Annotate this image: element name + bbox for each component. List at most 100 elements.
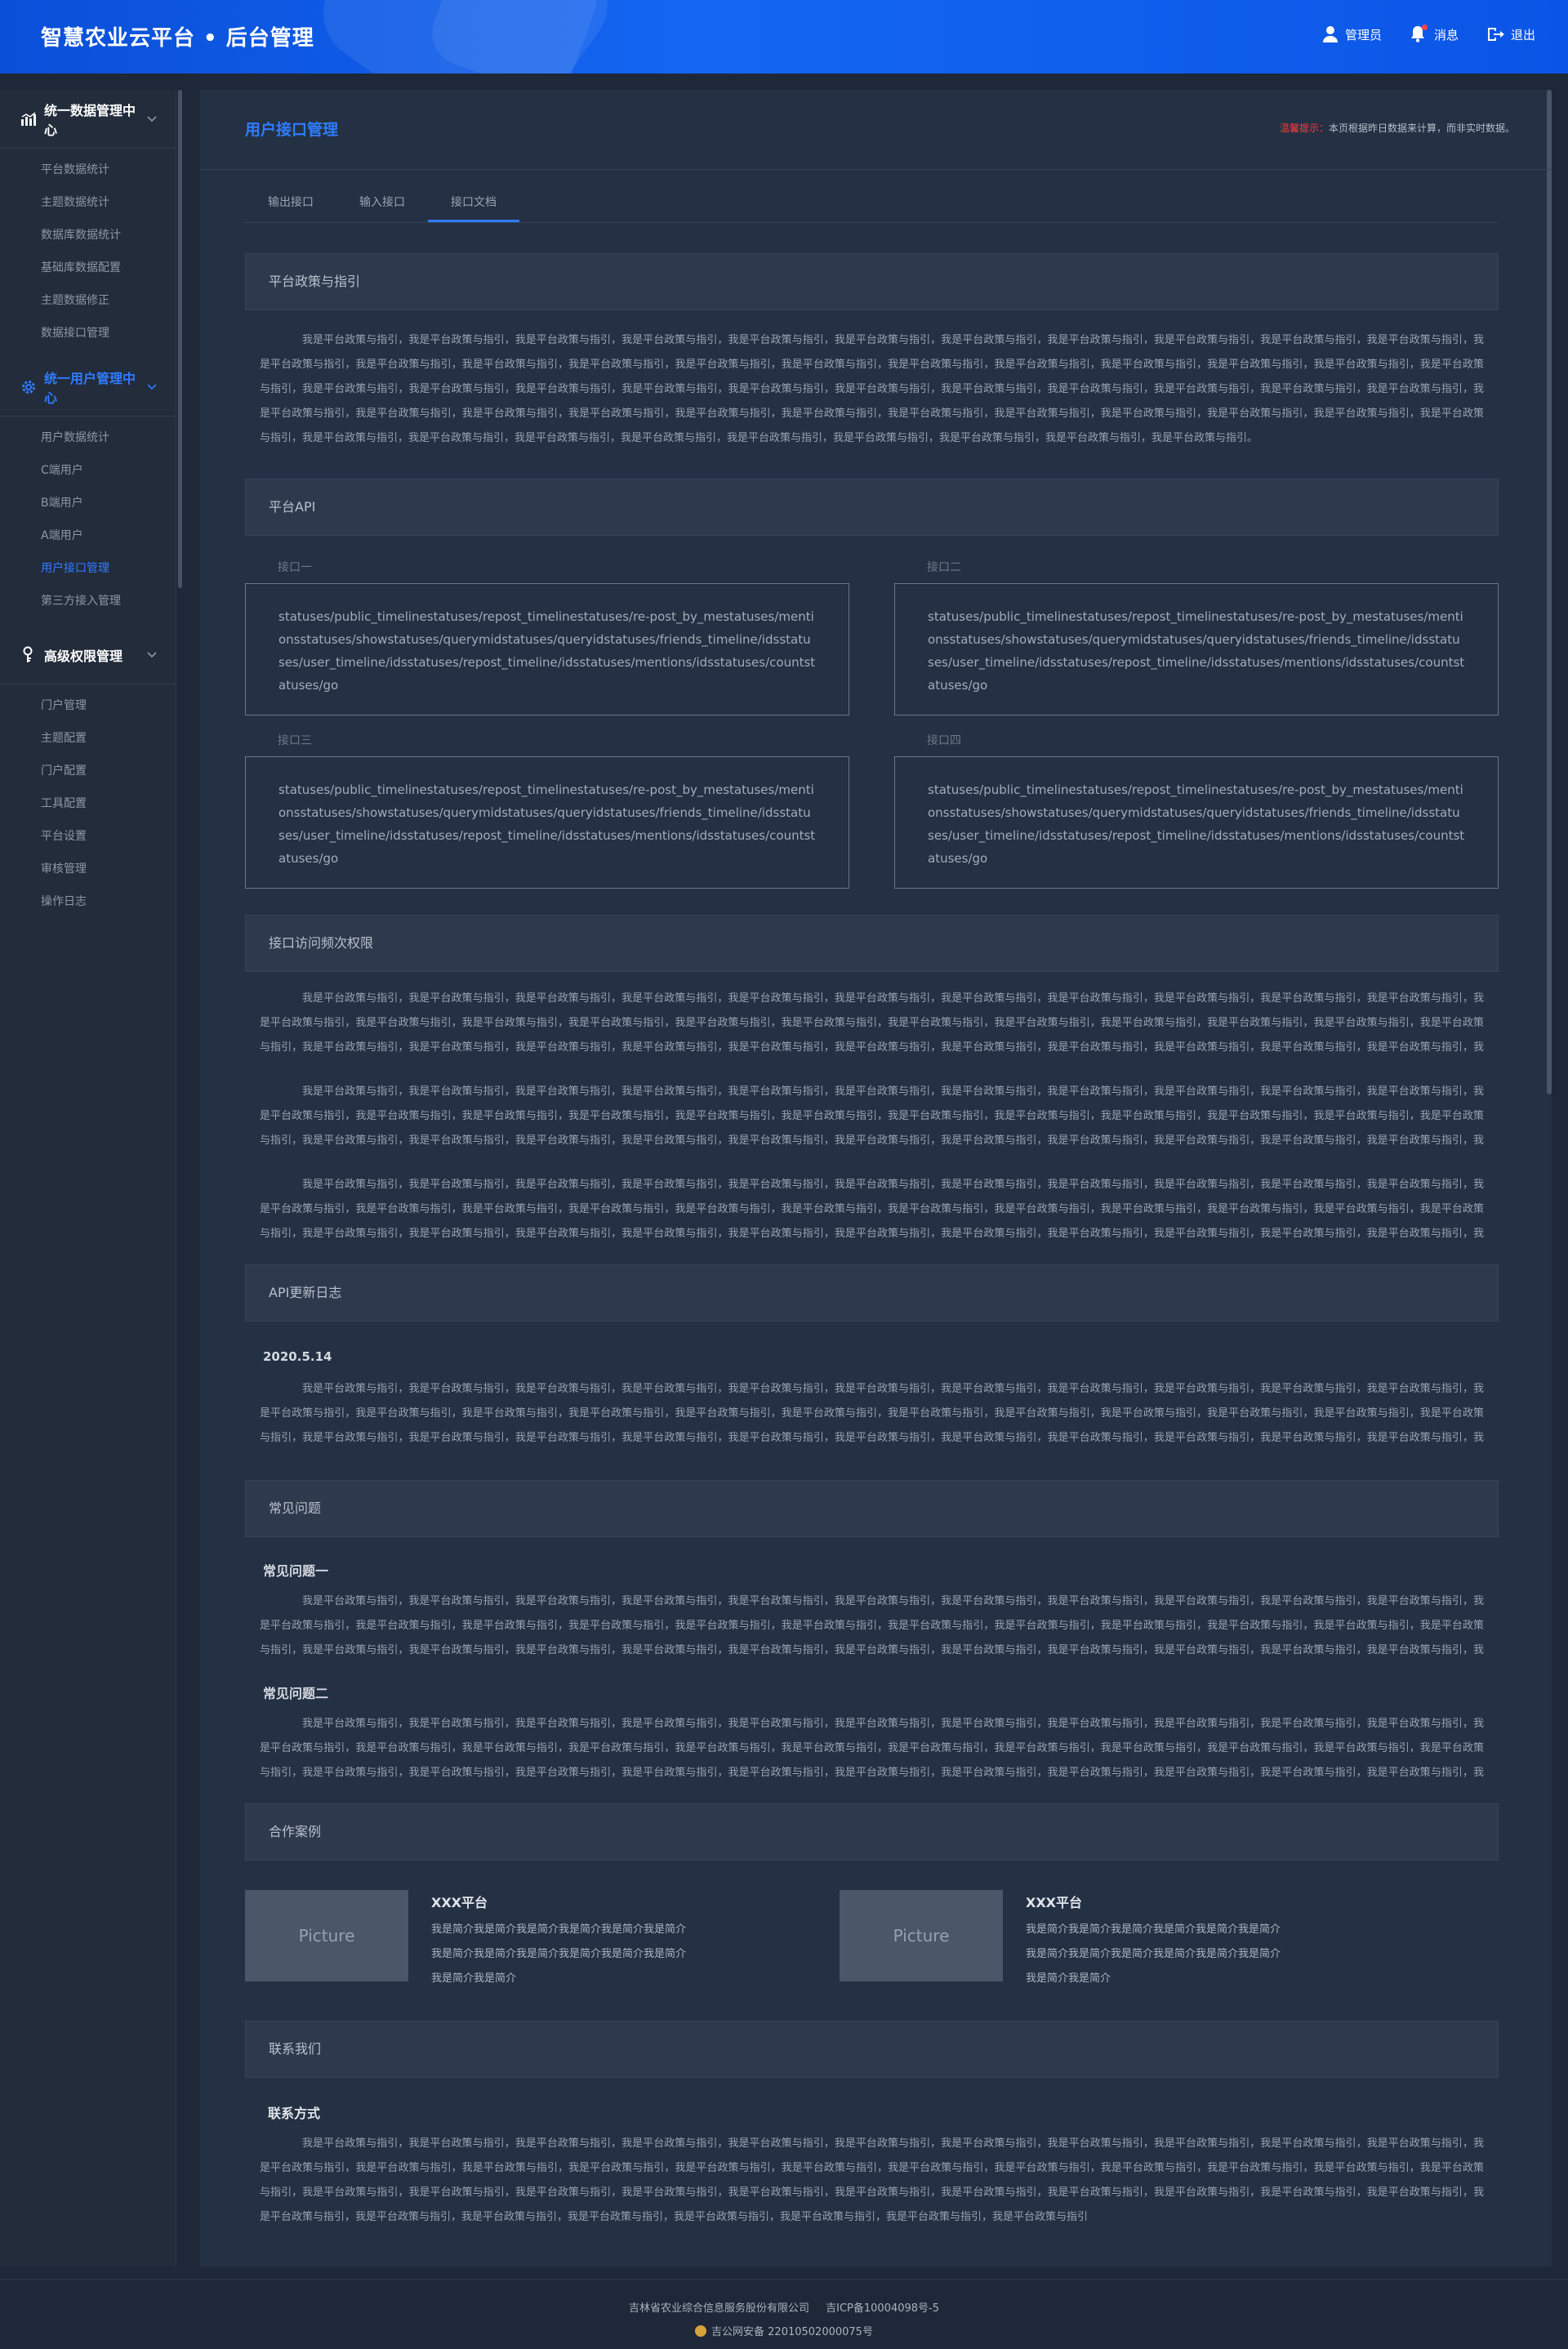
contact-paragraph: 我是平台政策与指引，我是平台政策与指引，我是平台政策与指引，我是平台政策与指引，…: [260, 2137, 1484, 2223]
sidebar-item[interactable]: 操作日志: [0, 885, 176, 918]
top-header: 智慧农业云平台 • 后台管理 管理员 消息 退出: [0, 0, 1568, 74]
admin-button[interactable]: 管理员: [1322, 25, 1382, 44]
footer-icp-link[interactable]: 吉ICP备10004098号-5: [826, 2302, 939, 2315]
footer-company: 吉林省农业综合信息服务股份有限公司: [628, 2302, 809, 2315]
section-header-contact: 联系我们: [245, 2021, 1499, 2078]
messages-label: 消息: [1433, 27, 1459, 42]
footer-police-link[interactable]: 吉公网安备 22010502000075号: [711, 2323, 873, 2338]
sidebar-item[interactable]: 第三方接入管理: [0, 585, 176, 617]
case-title: XXX平台: [431, 1895, 488, 1910]
menu-group-label: 统一用户管理中心: [44, 370, 136, 406]
tab-output-interface[interactable]: 输出接口: [245, 184, 336, 222]
chevron-down-icon: [147, 383, 157, 390]
admin-label: 管理员: [1344, 27, 1382, 42]
footer-line: 吉公网安备 22010502000075号: [0, 2323, 1568, 2338]
contact-title: 联系方式: [268, 2106, 321, 2121]
bell-icon: [1410, 25, 1428, 44]
key-icon: [20, 646, 38, 664]
api-endpoint-box[interactable]: statuses/public_timelinestatuses/repost_…: [894, 583, 1499, 715]
menu-group-label: 高级权限管理: [44, 648, 123, 664]
sidebar-item[interactable]: 用户数据统计: [0, 421, 176, 454]
sidebar-item[interactable]: 审核管理: [0, 853, 176, 885]
menu-group-header[interactable]: 统一用户管理中心: [0, 358, 176, 417]
frequency-paragraph: 我是平台政策与指引，我是平台政策与指引，我是平台政策与指引，我是平台政策与指引，…: [260, 992, 1484, 1054]
chart-icon: [20, 110, 38, 128]
api-item: 接口四 statuses/public_timelinestatuses/rep…: [894, 732, 1499, 889]
section-header-policy: 平台政策与指引: [245, 253, 1499, 310]
section-header-faq: 常见问题: [245, 1480, 1499, 1537]
api-label: 接口三: [278, 734, 312, 747]
sidebar-item[interactable]: B端用户: [0, 487, 176, 519]
api-endpoint-box[interactable]: statuses/public_timelinestatuses/repost_…: [245, 583, 849, 715]
faq-answer: 我是平台政策与指引，我是平台政策与指引，我是平台政策与指引，我是平台政策与指引，…: [260, 1718, 1484, 1779]
sidebar-item[interactable]: 主题数据修正: [0, 284, 176, 317]
api-label: 接口二: [927, 561, 961, 574]
sidebar-item[interactable]: 数据库数据统计: [0, 219, 176, 252]
panel-header: 用户接口管理 温馨提示：本页根据昨日数据来计算，而非实时数据。: [200, 90, 1552, 170]
sidebar-item-user-interface[interactable]: 用户接口管理: [0, 552, 176, 585]
tab-input-interface[interactable]: 输入接口: [336, 184, 428, 222]
user-icon: [1322, 25, 1339, 43]
page-title: 用户接口管理: [245, 121, 339, 139]
header-decoration: [423, 0, 606, 74]
frequency-paragraph: 我是平台政策与指引，我是平台政策与指引，我是平台政策与指引，我是平台政策与指引，…: [260, 1179, 1484, 1240]
case-description: 我是简介我是简介我是简介我是简介我是简介我是简介我是简介我是简介我是简介我是简介…: [431, 1923, 687, 1985]
menu-group-user-center: 统一用户管理中心 用户数据统计 C端用户 B端用户 A端用户 用户接口管理 第三…: [0, 358, 176, 617]
menu-list: 门户管理 主题配置 门户配置 工具配置 平台设置 审核管理 操作日志: [0, 684, 176, 918]
sidebar-item[interactable]: 门户管理: [0, 689, 176, 722]
logout-icon: [1486, 26, 1504, 42]
section-header-changelog: API更新日志: [245, 1264, 1499, 1322]
api-endpoint-box[interactable]: statuses/public_timelinestatuses/repost_…: [894, 756, 1499, 889]
faq-question: 常见问题二: [263, 1686, 329, 1701]
sidebar-item[interactable]: 平台设置: [0, 820, 176, 853]
case-info: XXX平台 我是简介我是简介我是简介我是简介我是简介我是简介我是简介我是简介我是…: [1003, 1890, 1287, 1991]
messages-button[interactable]: 消息: [1410, 25, 1459, 44]
menu-list: 用户数据统计 C端用户 B端用户 A端用户 用户接口管理 第三方接入管理: [0, 417, 176, 617]
logout-label: 退出: [1510, 27, 1535, 42]
sidebar-scrollbar[interactable]: [178, 90, 182, 588]
police-badge-icon: [695, 2324, 707, 2337]
sidebar-item[interactable]: 主题配置: [0, 722, 176, 755]
case-card[interactable]: Picture XXX平台 我是简介我是简介我是简介我是简介我是简介我是简介我是…: [840, 1890, 1499, 1991]
case-picture: Picture: [840, 1890, 1003, 1981]
frequency-paragraph: 我是平台政策与指引，我是平台政策与指引，我是平台政策与指引，我是平台政策与指引，…: [260, 1085, 1484, 1147]
notification-dot: [1421, 25, 1428, 30]
tab-interface-docs[interactable]: 接口文档: [428, 184, 519, 222]
chevron-down-icon: [147, 115, 157, 122]
api-item: 接口一 statuses/public_timelinestatuses/rep…: [245, 559, 849, 715]
cases-row: Picture XXX平台 我是简介我是简介我是简介我是简介我是简介我是简介我是…: [245, 1890, 1499, 1991]
notice-message: 本页根据昨日数据来计算，而非实时数据。: [1328, 123, 1515, 134]
app-title: 智慧农业云平台 • 后台管理: [41, 26, 314, 51]
main-panel: 用户接口管理 温馨提示：本页根据昨日数据来计算，而非实时数据。 输出接口 输入接…: [200, 90, 1552, 2267]
chevron-down-icon: [147, 651, 157, 657]
notice-text: 温馨提示：本页根据昨日数据来计算，而非实时数据。: [1280, 121, 1515, 135]
sidebar-item[interactable]: 门户配置: [0, 755, 176, 787]
menu-group-data-center: 统一数据管理中心 平台数据统计 主题数据统计 数据库数据统计 基础库数据配置 主…: [0, 90, 176, 350]
main-scrollbar[interactable]: [1547, 90, 1552, 1094]
menu-list: 平台数据统计 主题数据统计 数据库数据统计 基础库数据配置 主题数据修正 数据接…: [0, 149, 176, 350]
menu-group-header[interactable]: 统一数据管理中心: [0, 90, 176, 149]
header-actions: 管理员 消息 退出: [1322, 25, 1535, 44]
sidebar-item[interactable]: 工具配置: [0, 787, 176, 820]
api-grid: 接口一 statuses/public_timelinestatuses/rep…: [245, 559, 1499, 889]
api-endpoint-box[interactable]: statuses/public_timelinestatuses/repost_…: [245, 756, 849, 889]
footer-line: 吉林省农业综合信息服务股份有限公司 吉ICP备10004098号-5: [0, 2299, 1568, 2315]
case-description: 我是简介我是简介我是简介我是简介我是简介我是简介我是简介我是简介我是简介我是简介…: [1026, 1923, 1281, 1985]
faq-question: 常见问题一: [263, 1563, 329, 1579]
menu-group-header[interactable]: 高级权限管理: [0, 626, 176, 684]
sidebar-item[interactable]: 数据接口管理: [0, 317, 176, 350]
sidebar-item[interactable]: C端用户: [0, 454, 176, 487]
case-card[interactable]: Picture XXX平台 我是简介我是简介我是简介我是简介我是简介我是简介我是…: [245, 1890, 840, 1991]
sidebar-item[interactable]: 平台数据统计: [0, 154, 176, 186]
case-title: XXX平台: [1026, 1895, 1083, 1910]
api-item: 接口三 statuses/public_timelinestatuses/rep…: [245, 732, 849, 889]
sidebar-item[interactable]: 主题数据统计: [0, 186, 176, 219]
logout-button[interactable]: 退出: [1486, 25, 1535, 44]
api-label: 接口一: [278, 561, 312, 574]
sidebar: 统一数据管理中心 平台数据统计 主题数据统计 数据库数据统计 基础库数据配置 主…: [0, 90, 182, 2267]
api-label: 接口四: [927, 734, 961, 747]
changelog-date: 2020.5.14: [263, 1349, 332, 1364]
sidebar-item[interactable]: A端用户: [0, 519, 176, 552]
sidebar-item[interactable]: 基础库数据配置: [0, 252, 176, 284]
api-item: 接口二 statuses/public_timelinestatuses/rep…: [894, 559, 1499, 715]
